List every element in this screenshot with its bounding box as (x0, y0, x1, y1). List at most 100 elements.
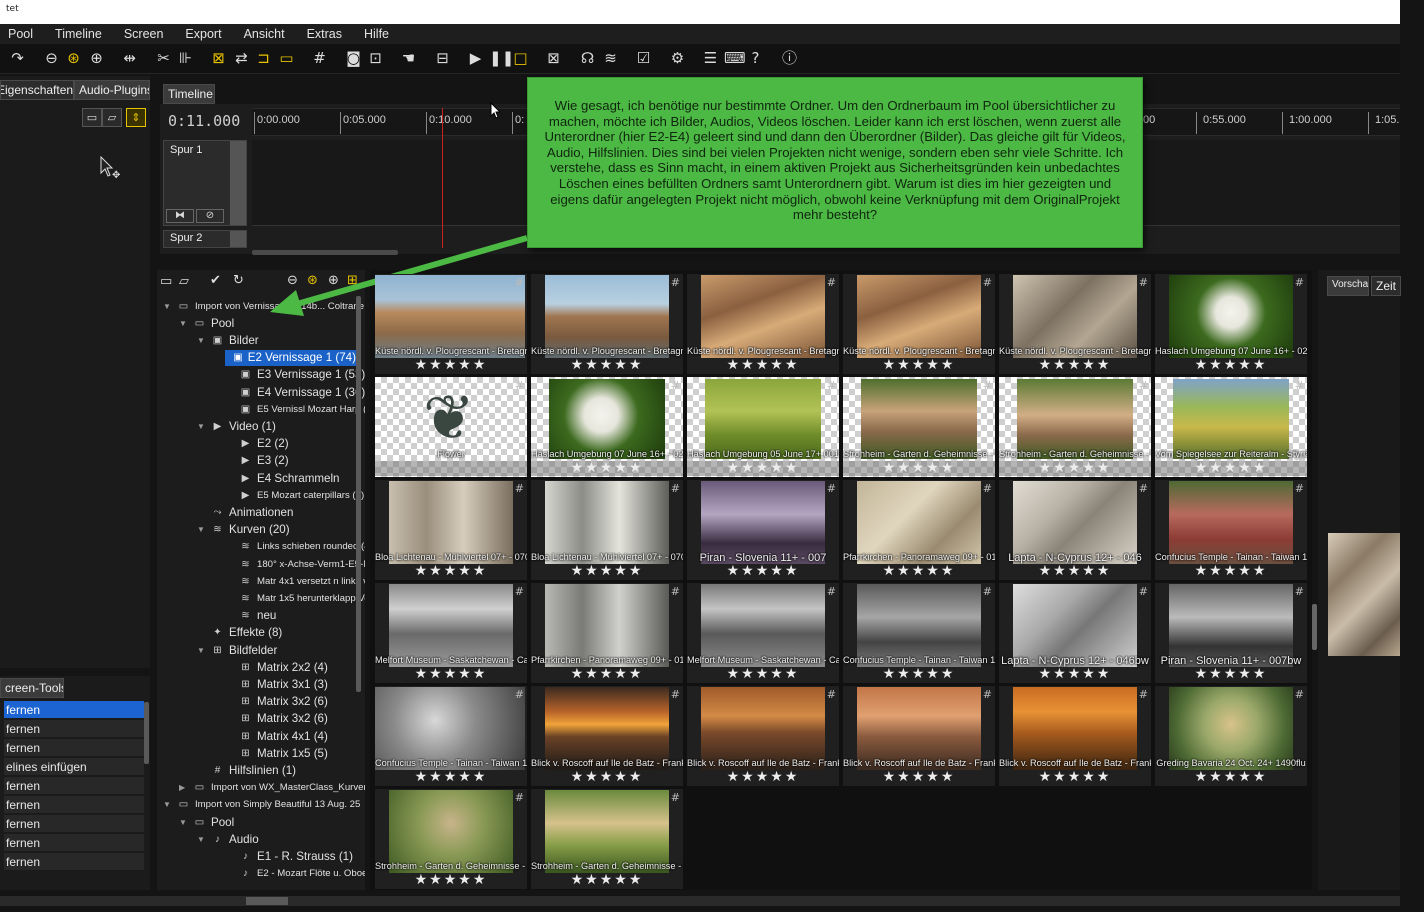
thumbnail-item[interactable]: Bloa Lichtenau - Mühlviertel 07+ - 070b ★… (531, 480, 683, 580)
thumbnail-item[interactable]: Blick v. Roscoff auf Ile de Batz - Frank… (999, 686, 1151, 786)
rating-stars[interactable]: ★★★★★ (1155, 564, 1307, 579)
thumbnail-item[interactable]: Strohheim - Garten d. Geheimnisse - Upp.… (999, 377, 1151, 477)
collapse-icon[interactable]: ⇕ (126, 108, 146, 127)
redo-icon[interactable]: ↷ (8, 49, 27, 68)
rating-stars[interactable]: ★★★★★ (531, 873, 683, 888)
rating-stars[interactable]: ★★★★★ (843, 770, 995, 785)
tree-node[interactable]: ▼ ▭ Import von Simply Beautiful 13 Aug. 25 (163, 797, 360, 813)
window-horizontal-scrollbar[interactable] (0, 896, 1400, 906)
thumbnail-item[interactable]: Lapta - N-Cyprus 12+ - 046 ★★★★★ # (999, 480, 1151, 580)
grid-lines-icon[interactable]: # (310, 49, 329, 68)
rating-stars[interactable]: ★★★★★ (375, 667, 527, 682)
tree-node[interactable]: ▼ ▣ Bilder (197, 332, 259, 348)
rating-stars[interactable]: ★★★★★ (531, 461, 683, 476)
thumbnail-item[interactable]: Vom Spiegelsee zur Reiteralm - Styria 28… (1155, 377, 1307, 477)
cross-icon[interactable]: ⊠ (209, 49, 228, 68)
tree-node[interactable]: ♪ E1 - R. Strauss (1) (225, 848, 353, 864)
tree-node[interactable]: ▼ ▭ Import von Vernissage... 14b... Coltra… (163, 298, 365, 314)
screen-tool-item[interactable]: fernen (4, 834, 144, 852)
rating-stars[interactable]: ★★★★★ (375, 564, 527, 579)
screen-tool-item[interactable]: fernen (4, 796, 144, 814)
wifi-icon[interactable]: ≋ (601, 49, 620, 68)
tab-timeline[interactable]: Timeline (163, 84, 215, 104)
rating-stars[interactable]: ★★★★★ (1155, 667, 1307, 682)
tree-node[interactable]: ⊞ Matrix 2x2 (4) (225, 659, 328, 675)
stop-icon[interactable]: □ (511, 49, 530, 68)
thumbnail-item[interactable]: Haslach Umgebung 05 June 17+ 001 ★★★★★ # (687, 377, 839, 477)
refresh-icon[interactable]: ↻ (233, 273, 244, 288)
close-box-icon[interactable]: ⊠ (544, 49, 563, 68)
thumbnail-item[interactable]: Küste nördl. v. Plougrescant - Bretagne … (843, 274, 995, 374)
menu-screen[interactable]: Screen (124, 27, 164, 41)
disable-icon[interactable]: ⊘ (196, 209, 224, 223)
expand-arrow-icon[interactable]: ▼ (163, 302, 173, 311)
screen-tool-item[interactable]: fernen (4, 739, 144, 757)
expand-arrow-icon[interactable]: ▼ (179, 319, 189, 328)
thumbnail-item[interactable]: Küste nördl. v. Plougrescant - Bretagne … (531, 274, 683, 374)
tab-vorschau[interactable]: Vorschau (1327, 276, 1369, 296)
open-folder-icon[interactable]: ▱ (179, 274, 189, 289)
expand-arrow-icon[interactable]: ▼ (197, 525, 207, 534)
tree-node[interactable]: ⊞ Matrix 3x1 (3) (225, 676, 328, 692)
tree-node[interactable]: ▣ E5 Vernissl Mozart Harp (58) (225, 401, 365, 417)
thumbnail-item[interactable]: Küste nördl. v. Plougrescant - Bretagne … (375, 274, 527, 374)
rating-stars[interactable]: ★★★★★ (999, 564, 1151, 579)
tree-node[interactable]: ▼ ≋ Kurven (20) (197, 522, 290, 538)
thumbnail-item[interactable]: Confucius Temple - Tainan - Taiwan 12+ -… (843, 583, 995, 683)
rating-stars[interactable]: ★★★★★ (531, 358, 683, 373)
tree-node[interactable]: ♪ E2 - Mozart Flöte u. Oboe (... (225, 866, 365, 882)
tree-node[interactable]: ▼ ⊞ Bildfelder (197, 642, 277, 658)
thumbnail-item[interactable]: Piran - Slovenia 11+ - 007 ★★★★★ # (687, 480, 839, 580)
thumbnail-item[interactable]: Lapta - N-Cyprus 12+ - 046bw ★★★★★ # (999, 583, 1151, 683)
check-icon[interactable]: ✔ (210, 273, 221, 288)
track-header-2[interactable]: Spur 2 (163, 230, 247, 248)
new-folder-icon[interactable]: ▭ (160, 274, 172, 289)
tree-node[interactable]: ≋ Matr 4x1 versetzt n links v... (225, 573, 365, 589)
rating-stars[interactable]: ★★★★★ (687, 667, 839, 682)
tree-node[interactable]: ▶ E2 (2) (225, 436, 289, 452)
rating-stars[interactable]: ★★★★★ (843, 667, 995, 682)
grid-view-icon[interactable]: ⊞ (347, 273, 358, 288)
thumbnail-item[interactable]: ❦ Flower # (375, 377, 527, 477)
new-folder-icon[interactable]: ▭ (82, 108, 102, 127)
track-height-handle[interactable] (230, 141, 246, 225)
rating-stars[interactable]: ★★★★★ (531, 667, 683, 682)
tree-node[interactable]: ▶ E5 Mozart caterpillars (3) (225, 487, 365, 503)
thumbnail-item[interactable]: Haslach Umgebung 07 June 16+ - 021 ★★★★★ # (1155, 274, 1307, 374)
rating-stars[interactable]: ★★★★★ (999, 667, 1151, 682)
rating-stars[interactable]: ★★★★★ (687, 564, 839, 579)
tab-eigenschaften[interactable]: Eigenschaften (0, 80, 74, 100)
track-height-handle[interactable] (230, 231, 246, 247)
expand-arrow-icon[interactable]: ▼ (197, 336, 207, 345)
cut-icon[interactable]: ✂ (154, 49, 173, 68)
rating-stars[interactable]: ★★★★★ (375, 873, 527, 888)
tree-node[interactable]: ▼ ▶ Video (1) (197, 418, 276, 434)
settings-gear-icon[interactable]: ⚙ (668, 49, 687, 68)
swap-icon[interactable]: ⇄ (232, 49, 251, 68)
rating-stars[interactable]: ★★★★★ (1155, 358, 1307, 373)
rating-stars[interactable]: ★★★★★ (999, 770, 1151, 785)
expand-arrow-icon[interactable]: ▼ (179, 818, 189, 827)
expand-arrow-icon[interactable]: ▼ (197, 646, 207, 655)
tree-node[interactable]: ▶ E3 (2) (225, 453, 289, 469)
tree-node[interactable]: ≋ neu (225, 608, 276, 624)
zoom-fit-icon[interactable]: ⊛ (64, 49, 83, 68)
thumbnail-item[interactable]: Melfort Museum - Saskatchewan - Canada..… (687, 583, 839, 683)
rating-stars[interactable]: ★★★★★ (999, 358, 1151, 373)
thumbnail-item[interactable]: Blick v. Roscoff auf Ile de Batz - Frank… (843, 686, 995, 786)
thumbnail-item[interactable]: Melfort Museum - Saskatchewan - Canada..… (375, 583, 527, 683)
info-icon[interactable]: ⓘ (780, 49, 799, 68)
preview-icon[interactable]: ◙ (344, 49, 363, 68)
timeline-scrollbar[interactable] (252, 250, 398, 255)
screen-tool-item[interactable]: fernen (4, 701, 144, 719)
tab-zeit[interactable]: Zeit (1371, 276, 1401, 296)
thumbnail-item[interactable]: Haslach Umgebung 07 June 16+ - 021 ★★★★★ # (531, 377, 683, 477)
screen-tool-item[interactable]: fernen (4, 720, 144, 738)
voice-icon[interactable]: ☊ (578, 49, 597, 68)
tree-node[interactable]: ≋ Links schieben rounded (4) (225, 539, 365, 555)
rating-stars[interactable]: ★★★★★ (687, 358, 839, 373)
checklist-icon[interactable]: ☑ (634, 49, 653, 68)
tree-node[interactable]: ▶ ▭ Import von WX_MasterClass_Kurven_... (179, 780, 365, 796)
comments-icon[interactable]: ☰ (701, 49, 720, 68)
zoom-out-icon[interactable]: ⊖ (42, 49, 61, 68)
